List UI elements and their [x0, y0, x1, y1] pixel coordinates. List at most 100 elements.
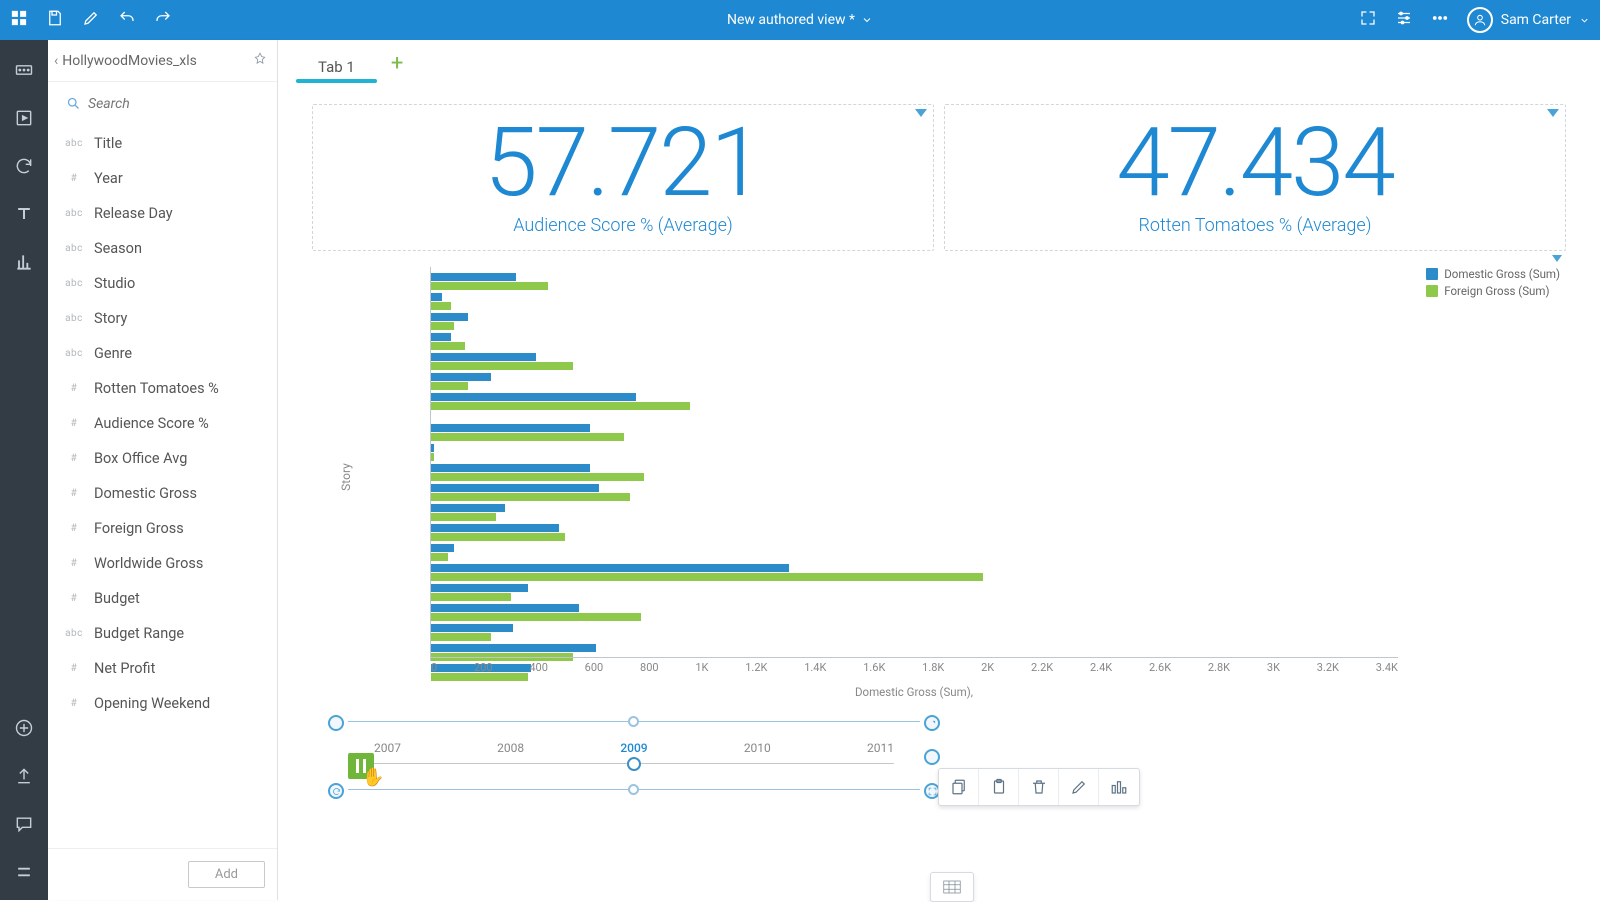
- pin-icon[interactable]: [253, 52, 267, 70]
- expand-handle-icon[interactable]: [924, 715, 940, 731]
- delete-icon[interactable]: [1019, 769, 1059, 805]
- kpi-rotten-tomatoes[interactable]: 47.434 Rotten Tomatoes % (Average): [944, 104, 1566, 251]
- x-tick: 1.8K: [922, 661, 944, 674]
- add-tab-button[interactable]: +: [391, 51, 403, 82]
- rail-play-icon[interactable]: [10, 104, 38, 132]
- rail-data-icon[interactable]: [10, 56, 38, 84]
- edit-pencil-icon[interactable]: [1059, 769, 1099, 805]
- field-row[interactable]: abcTitle: [48, 126, 277, 161]
- back-chevron-icon[interactable]: ‹: [54, 53, 58, 69]
- side-handle-icon[interactable]: [924, 749, 940, 765]
- field-row[interactable]: abcRelease Day: [48, 196, 277, 231]
- rail-collapse-icon[interactable]: [10, 858, 38, 886]
- bar-group[interactable]: [431, 624, 1398, 641]
- filter-indicator-icon[interactable]: [915, 109, 927, 117]
- timeline-player[interactable]: 20072008200920102011 ✋: [334, 713, 934, 813]
- chart-type-icon[interactable]: [1099, 769, 1139, 805]
- fullscreen-icon[interactable]: [1359, 9, 1377, 31]
- bar-foreign: [431, 302, 451, 310]
- filter-indicator-icon[interactable]: [1547, 109, 1559, 117]
- copy-icon[interactable]: [939, 769, 979, 805]
- x-axis-title: Domestic Gross (Sum),: [430, 685, 1398, 699]
- field-row[interactable]: #Year: [48, 161, 277, 196]
- filter-indicator-icon[interactable]: [1552, 255, 1562, 262]
- bar-group[interactable]: [431, 373, 1398, 390]
- bar-domestic: [431, 273, 516, 281]
- bar-foreign: [431, 513, 496, 521]
- field-row[interactable]: #Worldwide Gross: [48, 546, 277, 581]
- add-button[interactable]: Add: [188, 861, 265, 888]
- timeline-top-handle[interactable]: [628, 716, 639, 727]
- undo-icon[interactable]: [118, 9, 136, 31]
- bar-group[interactable]: [431, 544, 1398, 561]
- bar-group[interactable]: [431, 313, 1398, 330]
- bar-group[interactable]: [431, 564, 1398, 581]
- field-row[interactable]: abcStudio: [48, 266, 277, 301]
- bar-foreign: [431, 573, 983, 581]
- refresh-handle-icon[interactable]: [328, 783, 344, 799]
- field-row[interactable]: #Foreign Gross: [48, 511, 277, 546]
- chart-area[interactable]: Domestic Gross (Sum) Foreign Gross (Sum)…: [312, 267, 1566, 813]
- timeline-year[interactable]: 2007: [374, 741, 401, 755]
- timeline-bottom-handle[interactable]: [628, 784, 639, 795]
- bar-group[interactable]: [431, 484, 1398, 501]
- bar-group[interactable]: [431, 424, 1398, 441]
- paste-icon[interactable]: [979, 769, 1019, 805]
- bar-group[interactable]: [431, 273, 1398, 290]
- resize-handle-icon[interactable]: [328, 715, 344, 731]
- more-icon[interactable]: [1431, 9, 1449, 31]
- timeline-year[interactable]: 2009: [620, 741, 647, 755]
- kpi-audience-score[interactable]: 57.721 Audience Score % (Average): [312, 104, 934, 251]
- field-row[interactable]: #Budget: [48, 581, 277, 616]
- save-icon[interactable]: [46, 9, 64, 31]
- app-logo-icon[interactable]: [10, 9, 28, 31]
- user-menu[interactable]: Sam Carter: [1467, 7, 1590, 33]
- grid-toggle-icon[interactable]: [930, 872, 974, 902]
- bar-group[interactable]: [431, 333, 1398, 350]
- redo-icon[interactable]: [154, 9, 172, 31]
- field-row[interactable]: #Rotten Tomatoes %: [48, 371, 277, 406]
- left-rail: [0, 40, 48, 900]
- bar-group[interactable]: [431, 444, 1398, 461]
- kpi-value: 57.721: [323, 115, 923, 211]
- chart-toolbar: [938, 768, 1140, 806]
- rail-refresh-icon[interactable]: [10, 152, 38, 180]
- field-row[interactable]: #Domestic Gross: [48, 476, 277, 511]
- dataset-header[interactable]: ‹ HollywoodMovies_xls: [48, 40, 277, 82]
- settings-sliders-icon[interactable]: [1395, 9, 1413, 31]
- timeline-year[interactable]: 2010: [744, 741, 771, 755]
- rail-upload-icon[interactable]: [10, 762, 38, 790]
- bar-group[interactable]: [431, 464, 1398, 481]
- rail-add-icon[interactable]: [10, 714, 38, 742]
- field-row[interactable]: #Net Profit: [48, 651, 277, 686]
- field-name: Budget: [94, 590, 140, 607]
- bar-group[interactable]: [431, 524, 1398, 541]
- x-tick: 1.4K: [804, 661, 826, 674]
- rail-text-icon[interactable]: [10, 200, 38, 228]
- field-row[interactable]: #Opening Weekend: [48, 686, 277, 721]
- rail-chart-icon[interactable]: [10, 248, 38, 276]
- tab-1[interactable]: Tab 1: [296, 50, 377, 82]
- x-tick: 3.2K: [1317, 661, 1339, 674]
- field-row[interactable]: #Audience Score %: [48, 406, 277, 441]
- timeline-year[interactable]: 2008: [497, 741, 524, 755]
- bar-group[interactable]: [431, 353, 1398, 370]
- search-input[interactable]: [60, 90, 265, 118]
- bar-group[interactable]: [431, 584, 1398, 601]
- field-row[interactable]: abcStory: [48, 301, 277, 336]
- timeline-year[interactable]: 2011: [867, 741, 894, 755]
- field-row[interactable]: abcGenre: [48, 336, 277, 371]
- timeline-play-marker[interactable]: [627, 757, 641, 771]
- top-bar: New authored view * Sam Carter: [0, 0, 1600, 40]
- field-row[interactable]: #Box Office Avg: [48, 441, 277, 476]
- bar-group[interactable]: [431, 293, 1398, 310]
- kpi-label: Rotten Tomatoes % (Average): [955, 215, 1555, 236]
- bar-group[interactable]: [431, 604, 1398, 621]
- bar-group[interactable]: [431, 504, 1398, 521]
- rail-comment-icon[interactable]: [10, 810, 38, 838]
- view-title[interactable]: New authored view *: [727, 12, 873, 28]
- field-row[interactable]: abcSeason: [48, 231, 277, 266]
- field-row[interactable]: abcBudget Range: [48, 616, 277, 651]
- edit-icon[interactable]: [82, 9, 100, 31]
- bar-group[interactable]: [431, 393, 1398, 410]
